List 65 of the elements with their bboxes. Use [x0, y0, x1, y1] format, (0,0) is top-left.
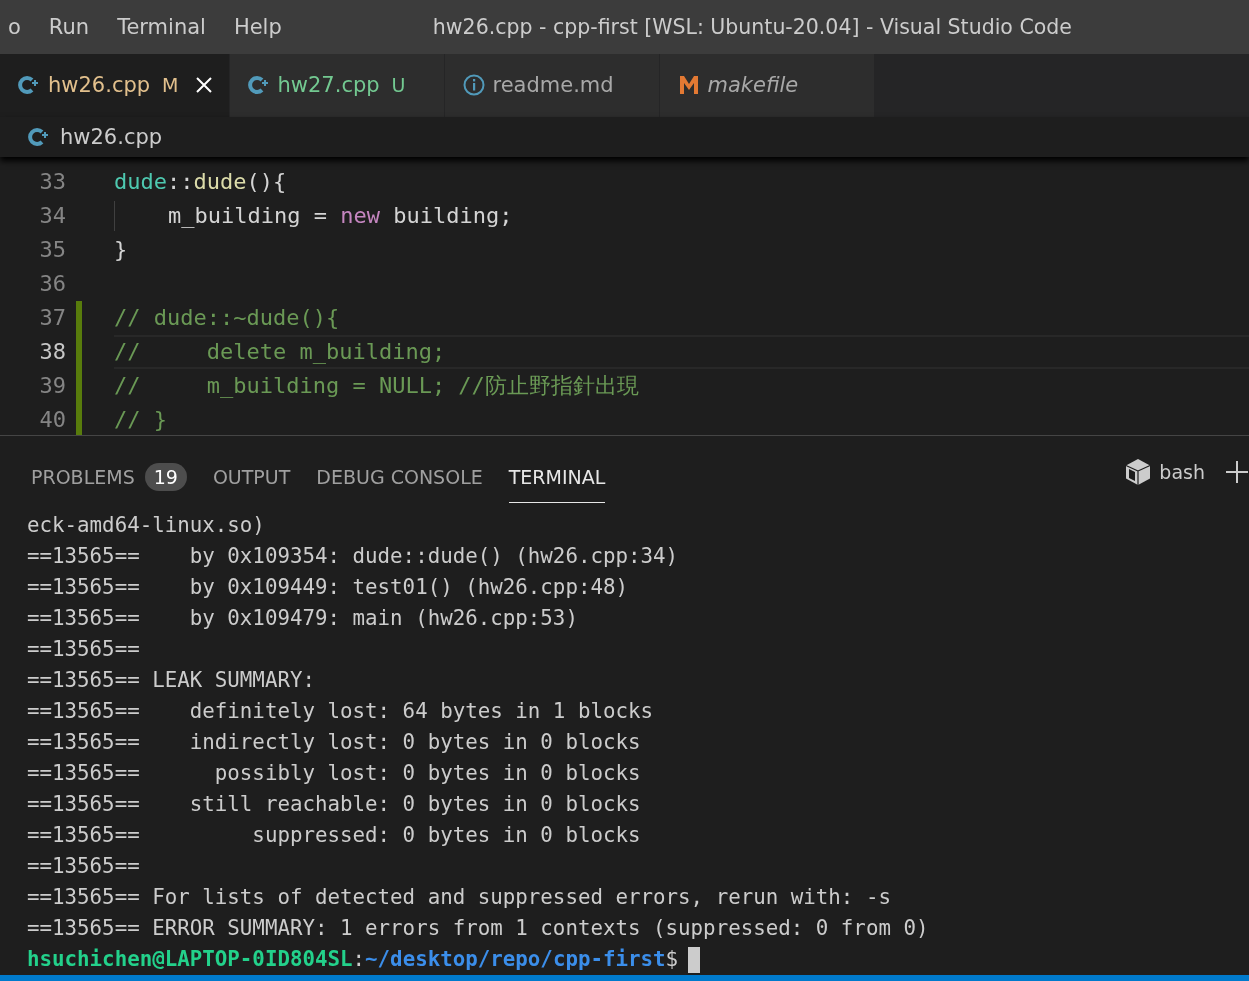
- indent-guide: [114, 200, 115, 231]
- menu-item[interactable]: Help: [219, 14, 296, 39]
- editor-tab[interactable]: hw27.cpp U: [229, 53, 445, 117]
- line-number: 40: [38, 407, 66, 433]
- line-number: 37: [38, 305, 66, 331]
- prompt-separator: :: [352, 947, 366, 971]
- prompt-symbol: $: [665, 947, 679, 971]
- terminal-line: ==13565== LEAK SUMMARY:: [27, 668, 315, 692]
- terminal-line: eck-amd64-linux.so): [27, 513, 265, 537]
- cpp-file-icon: [28, 125, 50, 148]
- line-number: 33: [38, 169, 66, 195]
- line-number: 39: [38, 373, 66, 399]
- breadcrumb[interactable]: hw26.cpp: [60, 124, 163, 149]
- count-badge: 19: [144, 462, 187, 491]
- terminal-line: ==13565== possibly lost: 0 bytes in 0 blocks: [27, 761, 641, 785]
- code-line: }: [114, 237, 128, 263]
- tab-label: hw26.cpp: [48, 73, 151, 98]
- terminal-line: ==13565==: [27, 637, 140, 661]
- close-icon[interactable]: [194, 76, 213, 95]
- panel-tab[interactable]: OUTPUT: [212, 451, 291, 504]
- makefile-icon: [677, 75, 700, 96]
- menu-item[interactable]: Run: [34, 14, 104, 39]
- shell-name[interactable]: bash: [1159, 461, 1205, 484]
- terminal-line: ==13565== ERROR SUMMARY: 1 errors from 1 contexts (suppressed: 0 from 0): [27, 916, 929, 940]
- text-cursor: [688, 947, 701, 973]
- git-status: M: [162, 74, 179, 97]
- code-line: // }: [114, 407, 167, 433]
- menu-item[interactable]: Terminal: [103, 14, 220, 39]
- terminal-line: ==13565== by 0x109354: dude::dude() (hw26.cpp:34): [27, 544, 679, 568]
- prompt-path: ~/desktop/repo/cpp-first: [365, 947, 666, 971]
- line-number: 38: [38, 339, 66, 365]
- editor-tab[interactable]: makefile: [659, 53, 875, 117]
- prompt-user: hsuchichen@LAPTOP-0ID804SL: [27, 947, 353, 971]
- terminal-line: ==13565== suppressed: 0 bytes in 0 blocks: [27, 823, 641, 847]
- info-icon: [462, 74, 485, 97]
- cpp-file-icon: [18, 74, 40, 97]
- terminal-icon: [1125, 458, 1152, 487]
- code-line: // m_building = NULL; //防止野指針出現: [114, 371, 639, 400]
- line-number: 36: [38, 271, 66, 297]
- terminal-line: ==13565== still reachable: 0 bytes in 0 blocks: [27, 792, 641, 816]
- code-line: // delete m_building;: [114, 339, 446, 365]
- terminal-line: ==13565== indirectly lost: 0 bytes in 0 blocks: [27, 730, 641, 754]
- editor-tab[interactable]: hw26.cpp M: [0, 53, 230, 117]
- tab-label: makefile: [707, 73, 799, 98]
- code-line: dude::dude(){: [114, 169, 287, 195]
- editor-tab[interactable]: readme.md: [444, 53, 660, 117]
- terminal-line: ==13565== by 0x109479: main (hw26.cpp:53): [27, 606, 578, 630]
- panel-tab[interactable]: DEBUG CONSOLE: [316, 451, 483, 504]
- menu-item[interactable]: o: [0, 14, 35, 39]
- terminal-line: ==13565== by 0x109449: test01() (hw26.cpp:48): [27, 575, 628, 599]
- code-line: // dude::~dude(){: [114, 305, 340, 331]
- git-status: U: [391, 74, 406, 97]
- terminal-line: ==13565==: [27, 854, 140, 878]
- panel-tab[interactable]: PROBLEMS 19: [31, 451, 187, 504]
- terminal-line: ==13565== definitely lost: 64 bytes in 1 blocks: [27, 699, 654, 723]
- terminal-line: ==13565== For lists of detected and suppressed errors, rerun with: -s: [27, 885, 891, 909]
- add-icon[interactable]: [1225, 460, 1249, 485]
- code-line: m_building = new building;: [166, 203, 513, 229]
- tab-label: readme.md: [492, 73, 614, 98]
- line-number: 35: [38, 237, 66, 263]
- line-number: 34: [38, 203, 66, 229]
- window-title: hw26.cpp - cpp-first [WSL: Ubuntu-20.04] - Visual Studio Code: [432, 14, 1073, 39]
- cpp-file-icon: [247, 74, 270, 97]
- panel-tab[interactable]: TERMINAL: [508, 451, 606, 504]
- tab-label: hw27.cpp: [277, 73, 380, 98]
